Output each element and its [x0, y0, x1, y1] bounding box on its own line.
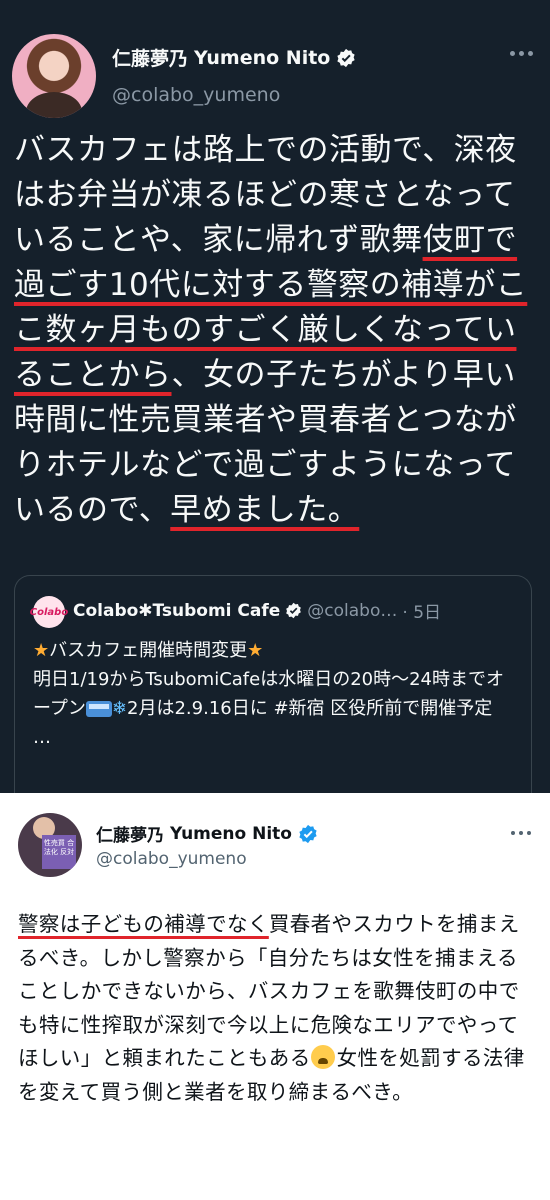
tweet-light: 性売買 合法化 反対 仁藤夢乃 Yumeno Nito @colabo_yume… — [0, 793, 550, 1200]
display-name[interactable]: 仁藤夢乃 — [112, 44, 188, 71]
quoted-text: ★バスカフェ開催時間変更★ 明日1/19からTsubomiCafeは水曜日の20… — [33, 636, 513, 752]
author-handle[interactable]: @colabo_yumeno — [96, 849, 247, 869]
avatar[interactable]: 性売買 合法化 反対 — [18, 813, 82, 877]
tweet-text: 警察は子どもの補導でなく買春者やスカウトを捕まえるべき。しかし警察から「自分たち… — [18, 908, 538, 1109]
star-icon: ★ — [247, 640, 264, 661]
quoted-line: バスカフェ開催時間変更 — [49, 640, 248, 661]
tweet-text-underlined: 警察は子どもの補導でなく — [18, 912, 269, 936]
quoted-tweet[interactable]: Colabo Colabo✱Tsubomi Cafe @colabo… · 5日… — [14, 575, 532, 807]
display-name-en[interactable]: Yumeno Nito — [194, 47, 330, 69]
quoted-header: Colabo✱Tsubomi Cafe @colabo… · 5日 — [73, 598, 442, 624]
verified-badge-icon — [337, 48, 355, 67]
more-options-icon[interactable] — [506, 823, 536, 843]
author-name-row[interactable]: 仁藤夢乃 Yumeno Nito — [112, 44, 356, 71]
author-name-row[interactable]: 仁藤夢乃 Yumeno Nito — [96, 821, 318, 846]
display-name[interactable]: 仁藤夢乃 — [96, 821, 164, 846]
author-handle[interactable]: @colabo_yumeno — [112, 84, 280, 106]
more-options-icon[interactable] — [506, 40, 536, 66]
weary-face-icon — [310, 1045, 335, 1069]
tweet-text: バスカフェは路上での活動で、深夜はお弁当が凍るほどの寒さとなっていることや、家に… — [14, 128, 544, 533]
tweet-dark: 仁藤夢乃 Yumeno Nito @colabo_yumeno バスカフェは路上… — [0, 0, 550, 807]
star-icon: ★ — [33, 640, 50, 661]
quoted-ellipsis: … — [33, 727, 51, 748]
avatar[interactable] — [12, 34, 96, 118]
tweet-text-underlined: 早めました。 — [170, 492, 360, 528]
avatar-sign: 性売買 合法化 反対 — [42, 835, 76, 869]
quoted-time: · 5日 — [402, 603, 442, 623]
display-name-en[interactable]: Yumeno Nito — [170, 824, 292, 844]
verified-badge-icon — [299, 824, 317, 843]
snowflake-icon: ❄ — [111, 698, 128, 719]
quoted-avatar: Colabo — [30, 596, 68, 628]
bus-icon — [85, 701, 112, 717]
quoted-name: Colabo✱Tsubomi Cafe — [73, 600, 281, 621]
quoted-handle: @colabo… — [307, 600, 398, 621]
verified-badge-icon — [286, 602, 302, 619]
quoted-line: 2月は2.9.16日に #新宿 区役所前で開催予定 — [127, 698, 493, 719]
